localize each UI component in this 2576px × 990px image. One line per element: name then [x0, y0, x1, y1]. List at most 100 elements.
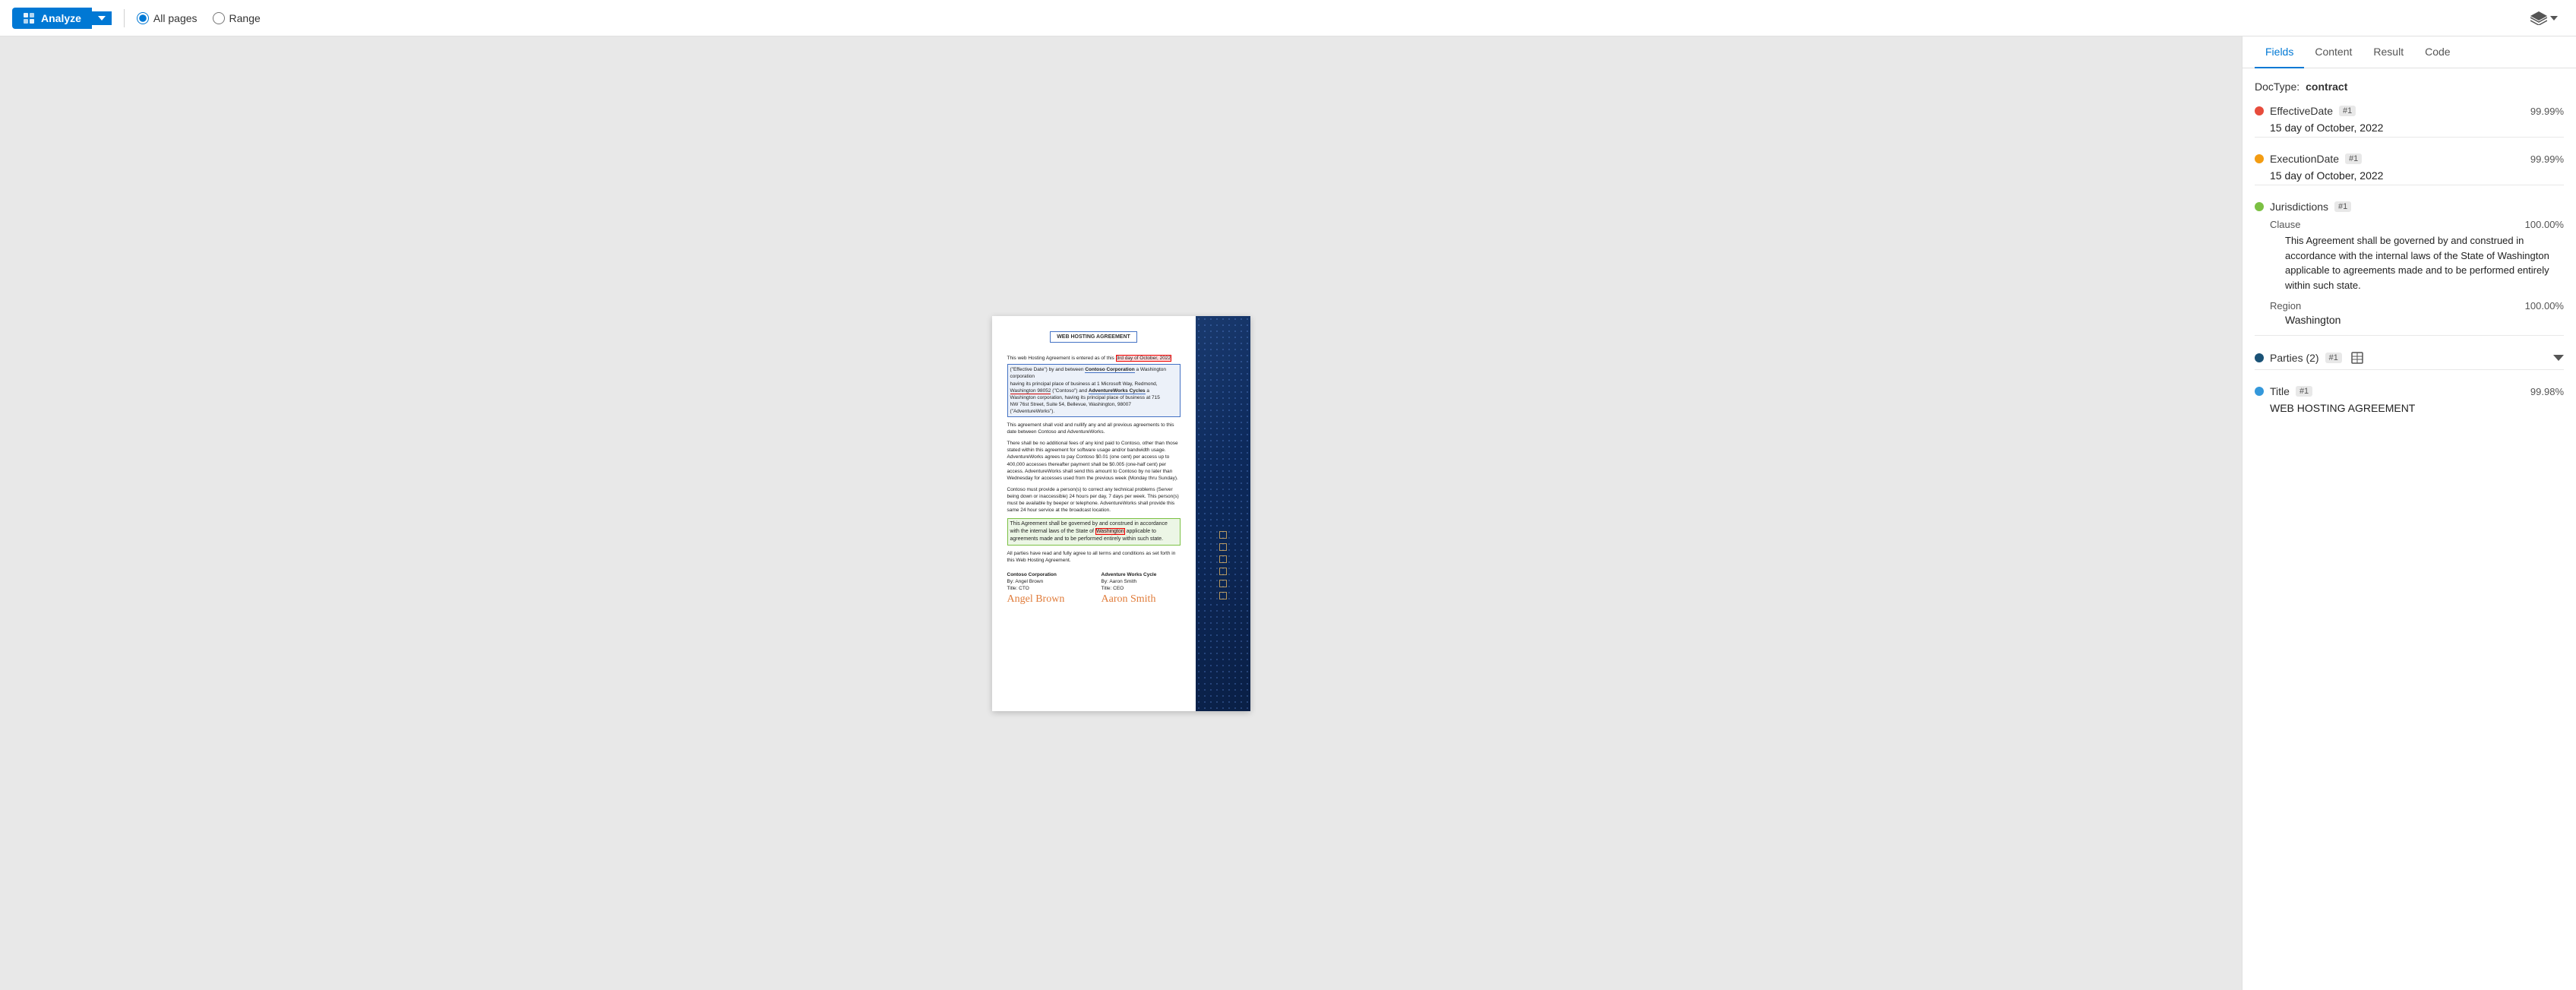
effective-date-name: EffectiveDate — [2270, 105, 2333, 117]
sig-left-name: Angel Brown — [1007, 592, 1086, 607]
doc-para-3: There shall be no additional fees of any… — [1007, 440, 1181, 482]
sig-left-title: Title: CTO — [1007, 585, 1086, 592]
jurisdictions-region: Region 100.00% Washington — [2270, 300, 2564, 326]
parties-badge: #1 — [2325, 353, 2342, 363]
layers-icon — [2530, 11, 2547, 25]
analyze-dropdown-button[interactable] — [92, 11, 112, 25]
sig-block-right: Adventure Works Cycle By: Aaron Smith Ti… — [1102, 571, 1181, 607]
analyze-icon — [23, 12, 35, 24]
sig-right-title: Title: CEO — [1102, 585, 1181, 592]
document-viewer: WEB HOSTING AGREEMENT This web Hosting A… — [0, 36, 2242, 990]
chevron-down-icon — [98, 16, 106, 21]
small-squares — [1217, 529, 1240, 602]
divider1 — [2255, 137, 2564, 138]
jurisdictions-badge: #1 — [2334, 201, 2351, 212]
right-panel: Fields Content Result Code DocType: cont… — [2242, 36, 2576, 990]
sig-right-name: Aaron Smith — [1102, 592, 1181, 607]
field-parties-header: Parties (2) #1 — [2255, 351, 2564, 365]
toolbar-right — [2524, 8, 2564, 28]
document-page: WEB HOSTING AGREEMENT This web Hosting A… — [992, 316, 1250, 711]
field-execution-date: ExecutionDate #1 99.99% 15 day of Octobe… — [2255, 153, 2564, 185]
doc-decorative-strip — [1196, 316, 1250, 711]
effective-date-value: 15 day of October, 2022 — [2270, 122, 2564, 134]
field-jurisdictions: Jurisdictions #1 Clause 100.00% This Agr… — [2255, 201, 2564, 336]
range-radio[interactable]: Range — [213, 12, 261, 24]
sig-left-by: By: Angel Brown — [1007, 578, 1086, 585]
doc-para-4: Contoso must provide a person(s) to corr… — [1007, 486, 1181, 514]
toolbar-separator — [124, 9, 125, 27]
region-label: Region — [2270, 300, 2301, 312]
doctype-label: DocType: — [2255, 81, 2299, 93]
tab-result[interactable]: Result — [2363, 36, 2414, 68]
execution-date-name: ExecutionDate — [2270, 153, 2339, 165]
effective-date-highlight: 3rd day of October, 2022 — [1116, 355, 1172, 362]
tab-fields[interactable]: Fields — [2255, 36, 2304, 68]
parties-highlight: ("Effective Date") by and between Contos… — [1007, 364, 1181, 417]
execution-date-dot — [2255, 154, 2264, 163]
analyze-label: Analyze — [41, 12, 81, 24]
layers-chevron-icon — [2550, 16, 2558, 21]
divider4 — [2255, 369, 2564, 370]
range-label: Range — [229, 12, 261, 24]
page-range-group: All pages Range — [137, 12, 261, 24]
jurisdictions-region-header: Region 100.00% — [2270, 300, 2564, 312]
effective-date-dot — [2255, 106, 2264, 115]
washington-highlight: Washington — [1095, 528, 1125, 535]
table-icon — [2351, 352, 2363, 364]
title-badge: #1 — [2296, 386, 2312, 397]
tab-code[interactable]: Code — [2414, 36, 2461, 68]
effective-date-confidence: 99.99% — [2530, 106, 2564, 117]
all-pages-input[interactable] — [137, 12, 149, 24]
sig-left-company: Contoso Corporation — [1007, 571, 1086, 578]
execution-date-confidence: 99.99% — [2530, 153, 2564, 165]
panel-body: DocType: contract EffectiveDate #1 99.99… — [2243, 68, 2576, 990]
doc-title: WEB HOSTING AGREEMENT — [1050, 331, 1137, 343]
document-content: WEB HOSTING AGREEMENT This web Hosting A… — [992, 316, 1196, 622]
clause-confidence: 100.00% — [2525, 219, 2564, 230]
sig-right-by: By: Aaron Smith — [1102, 578, 1181, 585]
field-title-header: Title #1 99.98% — [2255, 385, 2564, 397]
title-value: WEB HOSTING AGREEMENT — [2270, 402, 2564, 414]
divider3 — [2255, 335, 2564, 336]
dot-pattern — [1196, 316, 1250, 711]
field-title: Title #1 99.98% WEB HOSTING AGREEMENT — [2255, 385, 2564, 414]
analyze-main-button[interactable]: Analyze — [12, 8, 92, 29]
doctype-value: contract — [2306, 81, 2347, 93]
parties-name: Parties (2) — [2270, 352, 2319, 364]
all-pages-radio[interactable]: All pages — [137, 12, 198, 24]
analyze-button-group[interactable]: Analyze — [12, 8, 112, 29]
field-execution-date-header: ExecutionDate #1 99.99% — [2255, 153, 2564, 165]
panel-tabs: Fields Content Result Code — [2243, 36, 2576, 68]
field-parties: Parties (2) #1 — [2255, 351, 2564, 370]
doc-para-2: This agreement shall void and nullify an… — [1007, 422, 1181, 435]
jurisdictions-dot — [2255, 202, 2264, 211]
effective-date-badge: #1 — [2339, 106, 2356, 116]
parties-chevron[interactable] — [2553, 351, 2564, 365]
execution-date-badge: #1 — [2345, 153, 2362, 164]
region-confidence: 100.00% — [2525, 300, 2564, 312]
layer-button[interactable] — [2524, 8, 2564, 28]
field-effective-date-header: EffectiveDate #1 99.99% — [2255, 105, 2564, 117]
jurisdictions-name: Jurisdictions — [2270, 201, 2328, 213]
jurisdiction-highlight: This Agreement shall be governed by and … — [1007, 518, 1181, 545]
toolbar: Analyze All pages Range — [0, 0, 2576, 36]
field-effective-date: EffectiveDate #1 99.99% 15 day of Octobe… — [2255, 105, 2564, 138]
title-field-name: Title — [2270, 385, 2290, 397]
jurisdictions-clause-header: Clause 100.00% — [2270, 219, 2564, 230]
signature-section: Contoso Corporation By: Angel Brown Titl… — [1007, 571, 1181, 607]
doc-para-6: All parties have read and fully agree to… — [1007, 550, 1181, 564]
tab-content[interactable]: Content — [2304, 36, 2363, 68]
execution-date-value: 15 day of October, 2022 — [2270, 169, 2564, 182]
doc-para-1: This web Hosting Agreement is entered as… — [1007, 355, 1181, 417]
jurisdictions-clause: Clause 100.00% This Agreement shall be g… — [2270, 219, 2564, 293]
sig-block-left: Contoso Corporation By: Angel Brown Titl… — [1007, 571, 1086, 607]
title-dot — [2255, 387, 2264, 396]
clause-value: This Agreement shall be governed by and … — [2285, 233, 2564, 293]
range-input[interactable] — [213, 12, 225, 24]
chevron-down-icon — [2553, 355, 2564, 361]
main-content: WEB HOSTING AGREEMENT This web Hosting A… — [0, 36, 2576, 990]
sig-right-company: Adventure Works Cycle — [1102, 571, 1181, 578]
all-pages-label: All pages — [153, 12, 198, 24]
field-jurisdictions-header: Jurisdictions #1 — [2255, 201, 2564, 213]
doctype-row: DocType: contract — [2255, 81, 2564, 93]
